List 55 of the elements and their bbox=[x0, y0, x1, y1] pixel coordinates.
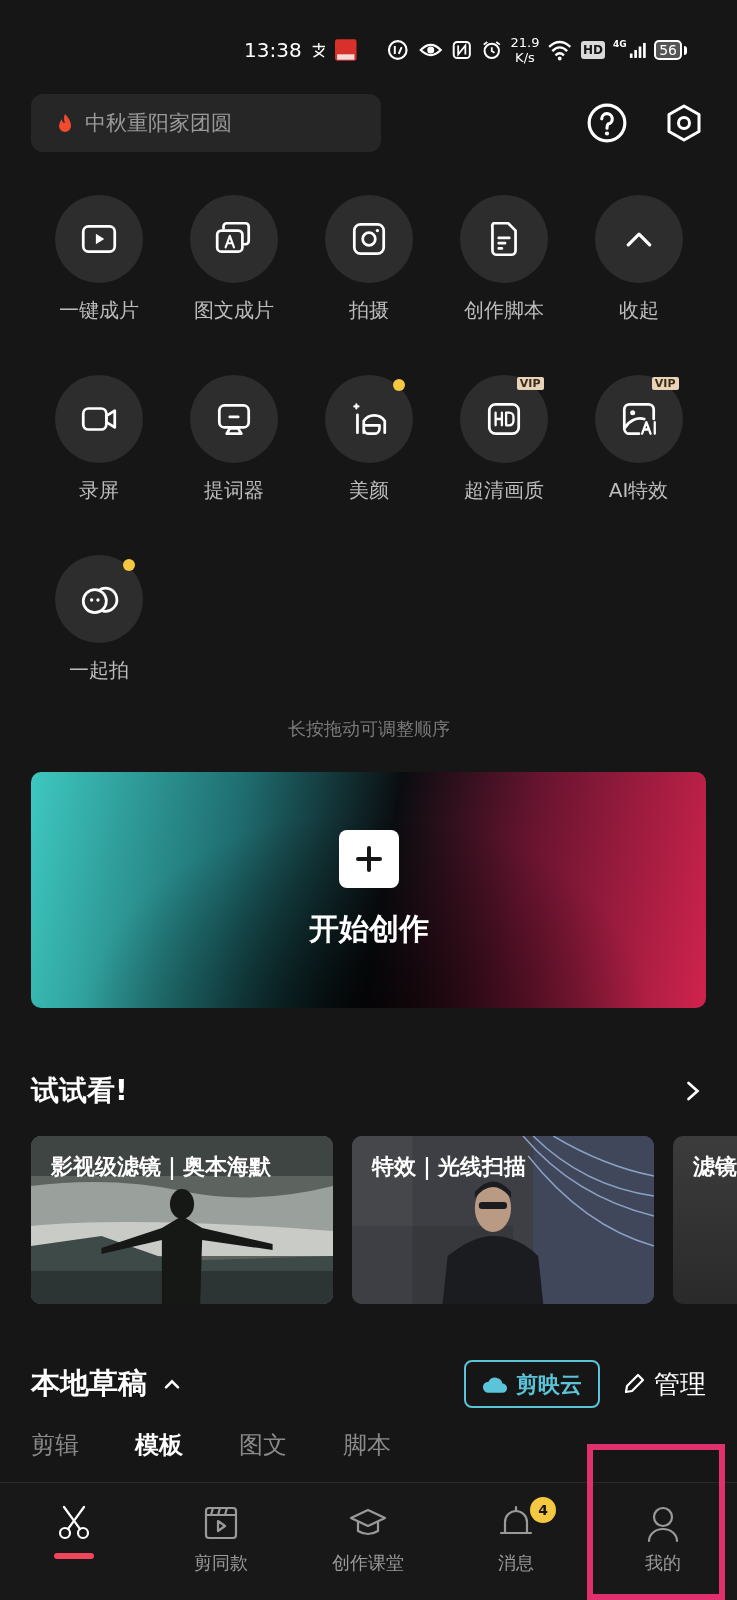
draft-tab[interactable]: 图文 bbox=[239, 1430, 287, 1460]
tool-label: 美颜 bbox=[348, 477, 389, 504]
tool-button[interactable]: VIP bbox=[459, 375, 548, 463]
tool-label: 超清画质 bbox=[463, 477, 544, 504]
section-title: 本地草稿 bbox=[31, 1365, 147, 1403]
nfc-icon bbox=[451, 38, 473, 62]
tool-label: 录屏 bbox=[78, 477, 119, 504]
nav-tab[interactable]: 消息 4 bbox=[442, 1483, 590, 1600]
nav-tab[interactable]: 剪同款 bbox=[147, 1483, 295, 1600]
card-title: 影视级滤镜｜奥本海默 bbox=[51, 1153, 271, 1182]
count-badge: 4 bbox=[530, 1497, 557, 1523]
tool-label: 拍摄 bbox=[348, 297, 389, 324]
network-type: 4G bbox=[612, 38, 627, 51]
hd-indicator: HD bbox=[580, 41, 605, 59]
chevron-up-icon bbox=[625, 231, 652, 247]
template-card[interactable]: 特效｜光线扫描 bbox=[352, 1136, 654, 1304]
vip-badge: VIP bbox=[516, 377, 544, 390]
app-notification-icon bbox=[335, 39, 357, 61]
network-speed-unit: K/s bbox=[515, 50, 535, 65]
template-card[interactable]: 滤镜 bbox=[673, 1136, 737, 1304]
plus-icon bbox=[337, 829, 400, 888]
section-title: 试试看! bbox=[31, 1073, 128, 1109]
flame-icon bbox=[57, 113, 73, 133]
reorder-hint: 长按拖动可调整顺序 bbox=[287, 717, 450, 741]
template-card[interactable]: 影视级滤镜｜奥本海默 bbox=[31, 1136, 333, 1304]
vip-badge: VIP bbox=[651, 377, 679, 390]
clock: 13:38 bbox=[244, 37, 302, 64]
nav-tab[interactable]: 创作课堂 bbox=[294, 1483, 443, 1600]
pencil-icon bbox=[622, 1372, 646, 1396]
search-field[interactable]: 中秋重阳家团圆 bbox=[31, 94, 381, 152]
signal-icon bbox=[628, 40, 647, 60]
card-title: 滤镜 bbox=[693, 1153, 737, 1181]
tool-label: 图文成片 bbox=[193, 297, 274, 324]
tool-label: 创作脚本 bbox=[463, 297, 544, 324]
tool-label: 收起 bbox=[618, 297, 659, 324]
network-speed: 21.9 bbox=[510, 35, 540, 50]
draft-tab[interactable]: 脚本 bbox=[343, 1430, 391, 1460]
manage-button[interactable]: 管理 bbox=[622, 1364, 706, 1404]
tool-button[interactable]: VIP bbox=[594, 375, 683, 463]
chevron-right-icon[interactable] bbox=[684, 1079, 702, 1103]
tool-label: 提词器 bbox=[203, 477, 264, 504]
nav-tab[interactable]: 我的 bbox=[589, 1483, 737, 1600]
card-title: 特效｜光线扫描 bbox=[372, 1153, 526, 1182]
draft-tab[interactable]: 剪辑 bbox=[31, 1430, 79, 1460]
draft-tab[interactable]: 模板 bbox=[135, 1430, 183, 1460]
help-icon[interactable] bbox=[586, 102, 628, 144]
battery-indicator: 56 bbox=[654, 40, 687, 60]
tool-label: AI特效 bbox=[608, 477, 669, 504]
tool-label: 一键成片 bbox=[58, 297, 139, 324]
chevron-up-icon[interactable] bbox=[163, 1378, 181, 1390]
tool-label: 一起拍 bbox=[68, 657, 129, 684]
cloud-button[interactable]: 剪映云 bbox=[464, 1360, 600, 1408]
wifi-icon bbox=[547, 39, 573, 61]
data-saver-icon bbox=[386, 38, 410, 62]
create-button[interactable]: 开始创作 bbox=[31, 772, 706, 1008]
